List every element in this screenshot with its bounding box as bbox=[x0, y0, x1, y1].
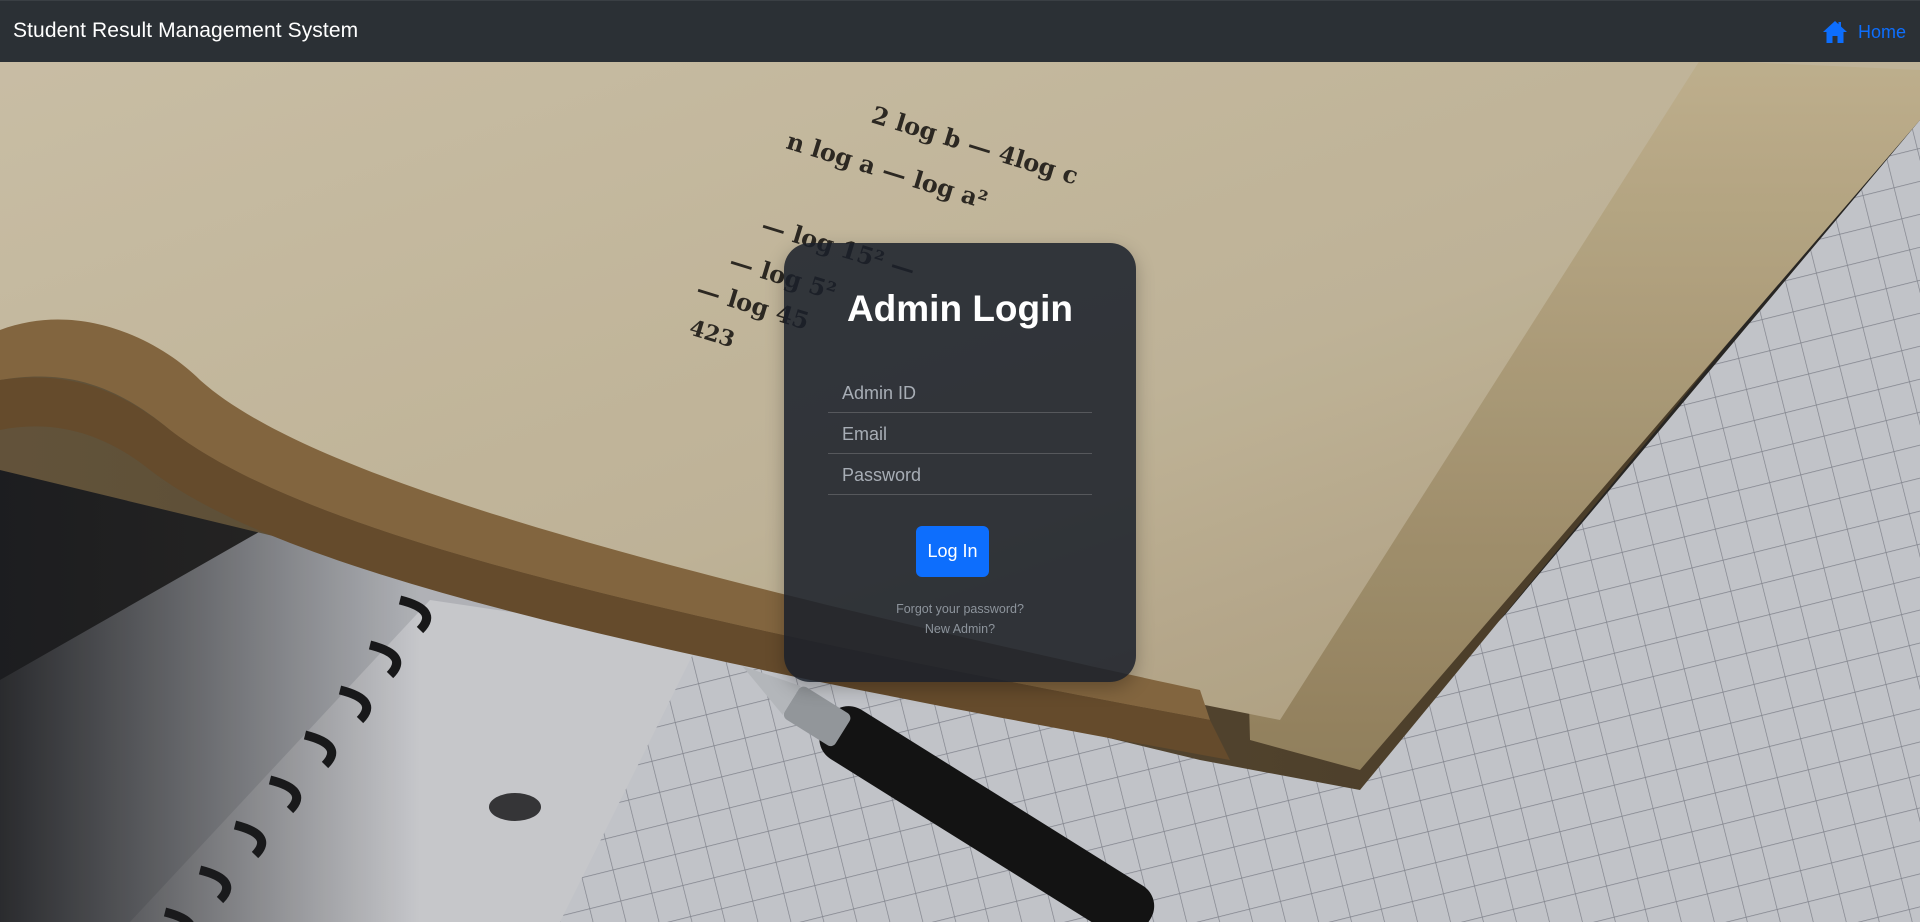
home-label: Home bbox=[1857, 21, 1906, 42]
admin-id-input[interactable] bbox=[828, 374, 1092, 413]
forgot-password-link[interactable]: Forgot your password? bbox=[784, 602, 1136, 616]
login-button[interactable]: Log In bbox=[916, 526, 989, 577]
new-admin-link[interactable]: New Admin? bbox=[784, 622, 1136, 636]
home-link[interactable]: Home bbox=[1822, 20, 1906, 44]
top-navbar: Student Result Management System Home bbox=[0, 0, 1920, 62]
login-title: Admin Login bbox=[846, 288, 1074, 329]
brand-title[interactable]: Student Result Management System bbox=[13, 19, 358, 43]
house-icon bbox=[1822, 20, 1848, 44]
password-input[interactable] bbox=[828, 456, 1092, 495]
email-input[interactable] bbox=[828, 415, 1092, 454]
